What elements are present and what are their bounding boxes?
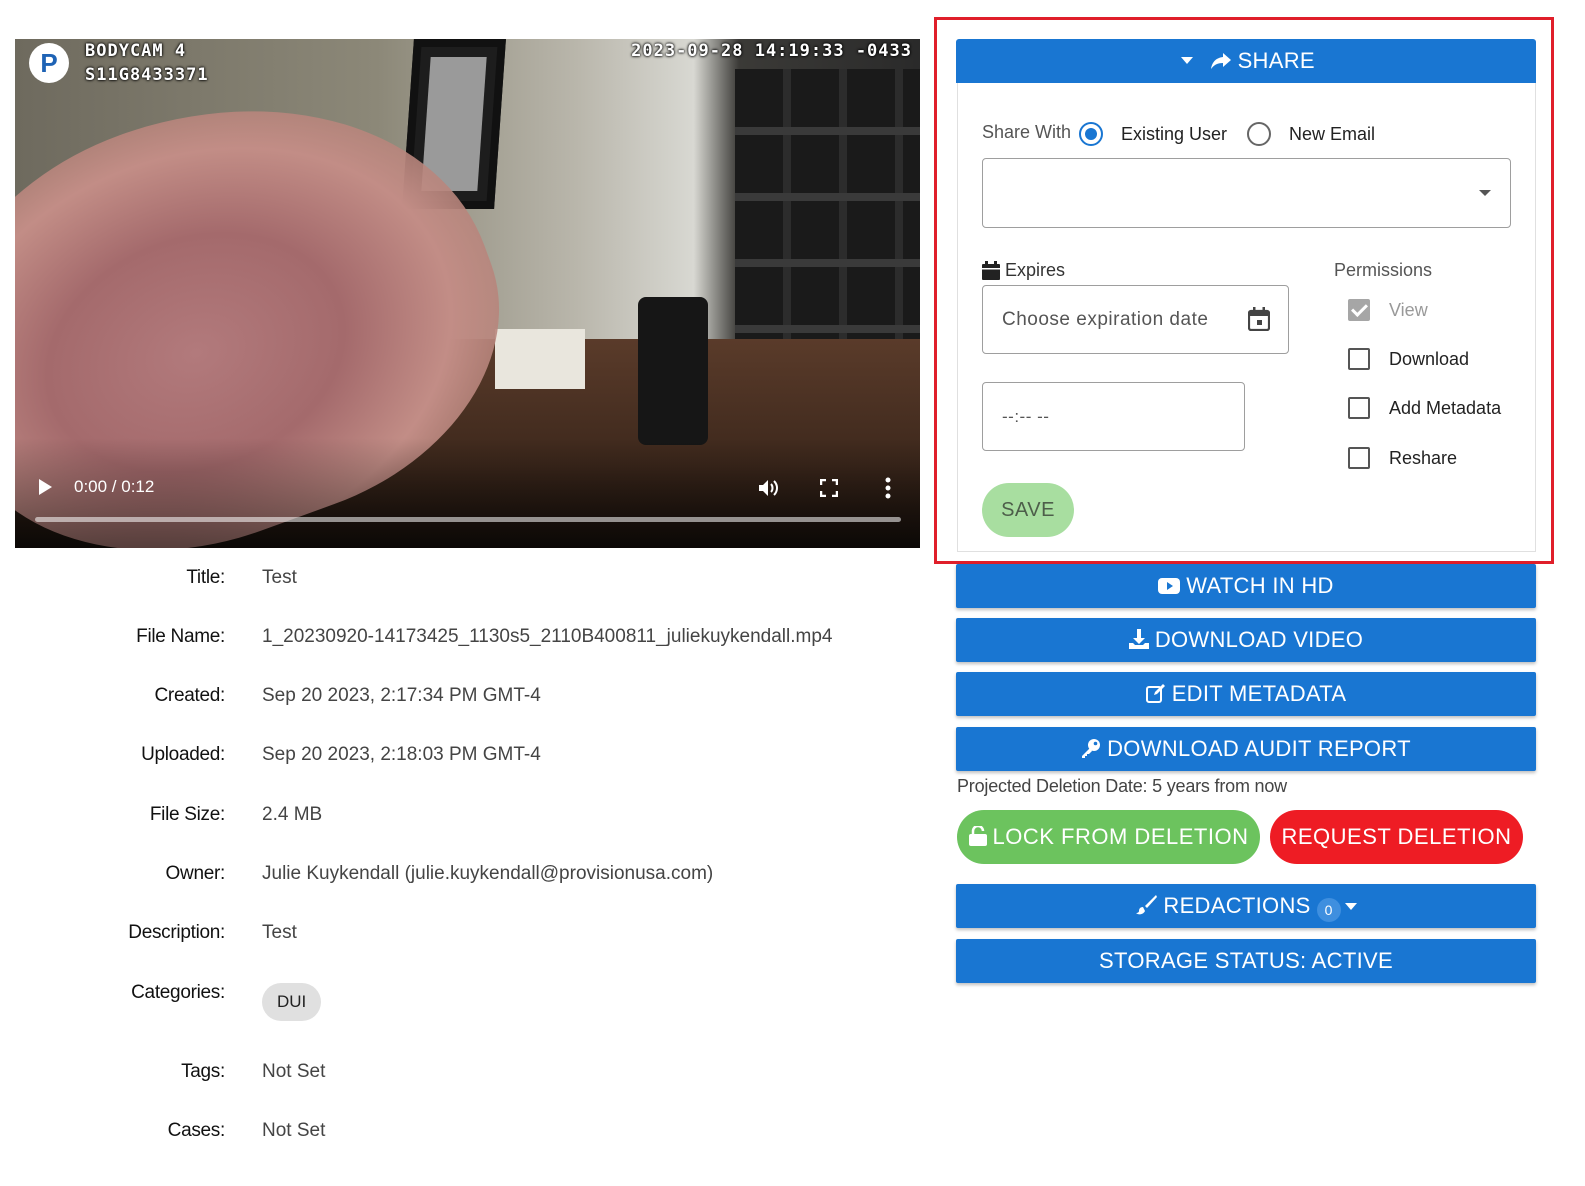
radio-new-email-label[interactable]: New Email xyxy=(1289,124,1375,145)
unlock-icon xyxy=(968,810,987,864)
meta-value-title: Test xyxy=(262,567,297,588)
meta-label: Created: xyxy=(154,685,226,706)
meta-label: Description: xyxy=(128,922,225,943)
storage-status-label: STORAGE STATUS: ACTIVE xyxy=(1099,948,1393,973)
fullscreen-icon[interactable] xyxy=(820,479,838,497)
permission-reshare-checkbox[interactable] xyxy=(1348,447,1370,469)
permission-view-checkbox xyxy=(1348,299,1370,321)
chevron-down-icon xyxy=(1479,190,1491,196)
meta-value-uploaded: Sep 20 2023, 2:18:03 PM GMT-4 xyxy=(262,744,541,765)
meta-value-file-name: 1_20230920-14173425_1130s5_2110B400811_j… xyxy=(262,626,833,647)
meta-label: Owner: xyxy=(165,863,226,884)
meta-value-created: Sep 20 2023, 2:17:34 PM GMT-4 xyxy=(262,685,541,706)
brush-icon xyxy=(1135,884,1158,928)
expiration-time-input[interactable] xyxy=(1002,383,1232,450)
permission-download-checkbox[interactable] xyxy=(1348,348,1370,370)
download-audit-report-label: DOWNLOAD AUDIT REPORT xyxy=(1107,736,1411,761)
redactions-button[interactable]: REDACTIONS 0 xyxy=(956,884,1536,928)
edit-metadata-label: EDIT METADATA xyxy=(1171,681,1347,706)
radio-existing-user-label[interactable]: Existing User xyxy=(1121,124,1227,145)
permission-add-metadata-checkbox[interactable] xyxy=(1348,397,1370,419)
overlay-device-serial: S11G8433371 xyxy=(85,65,209,85)
meta-label: Uploaded: xyxy=(141,744,225,765)
permission-download-label[interactable]: Download xyxy=(1389,349,1469,370)
download-video-button[interactable]: DOWNLOAD VIDEO xyxy=(956,618,1536,662)
edit-metadata-button[interactable]: EDIT METADATA xyxy=(956,672,1536,716)
video-time: 0:00 / 0:12 xyxy=(74,477,155,496)
redactions-count-badge: 0 xyxy=(1316,898,1341,922)
radio-new-email[interactable] xyxy=(1247,122,1271,146)
permission-add-metadata-label[interactable]: Add Metadata xyxy=(1389,398,1501,419)
permission-view-label: View xyxy=(1389,300,1428,320)
meta-value-description: Test xyxy=(262,922,297,943)
meta-value-cases: Not Set xyxy=(262,1120,326,1141)
projected-deletion-date: Projected Deletion Date: 5 years from no… xyxy=(957,776,1287,796)
download-audit-report-button[interactable]: DOWNLOAD AUDIT REPORT xyxy=(956,727,1536,771)
key-icon xyxy=(1081,727,1101,771)
radio-existing-user[interactable] xyxy=(1079,122,1103,146)
chevron-down-icon xyxy=(1181,57,1194,64)
lock-from-deletion-button[interactable]: LOCK FROM DELETION xyxy=(957,810,1260,864)
watch-hd-label: WATCH IN HD xyxy=(1186,573,1334,598)
share-with-label: Share With xyxy=(982,122,1072,142)
video-frame-bodycam xyxy=(638,297,708,445)
expiration-date-input[interactable] xyxy=(1002,286,1232,353)
lock-from-deletion-label: LOCK FROM DELETION xyxy=(992,824,1249,849)
overlay-device-name: BODYCAM 4 xyxy=(85,41,187,61)
download-video-label: DOWNLOAD VIDEO xyxy=(1154,627,1364,652)
expires-label: Expires xyxy=(1005,260,1066,280)
youtube-icon xyxy=(1158,564,1181,608)
meta-label: Tags: xyxy=(181,1061,225,1082)
meta-label: Cases: xyxy=(167,1120,226,1141)
meta-value-file-size: 2.4 MB xyxy=(262,804,323,825)
expiration-time-field[interactable] xyxy=(982,382,1245,451)
storage-status-button[interactable]: STORAGE STATUS: ACTIVE xyxy=(956,939,1536,983)
more-vert-icon[interactable] xyxy=(885,477,891,499)
volume-icon[interactable] xyxy=(759,479,781,497)
permission-reshare-label[interactable]: Reshare xyxy=(1389,448,1457,469)
share-toggle-button[interactable]: SHARE xyxy=(956,39,1536,83)
share-icon xyxy=(1210,39,1232,83)
play-icon[interactable] xyxy=(39,479,52,495)
meta-label: Title: xyxy=(186,567,225,588)
save-button[interactable]: SAVE xyxy=(982,483,1074,537)
calendar-icon xyxy=(982,261,1000,280)
redactions-label: REDACTIONS xyxy=(1163,893,1311,918)
watch-hd-button[interactable]: WATCH IN HD xyxy=(956,564,1536,608)
meta-label: File Name: xyxy=(136,626,225,647)
video-frame-box xyxy=(495,329,585,389)
overlay-logo: P xyxy=(29,43,69,83)
video-player[interactable]: P BODYCAM 4 S11G8433371 2023-09-28 14:19… xyxy=(15,39,920,548)
calendar-icon[interactable] xyxy=(1248,307,1270,331)
share-header-label: SHARE xyxy=(1237,48,1315,73)
overlay-timestamp: 2023-09-28 14:19:33 -0433 xyxy=(631,41,912,61)
meta-label: File Size: xyxy=(149,804,225,825)
request-deletion-button[interactable]: REQUEST DELETION xyxy=(1270,810,1523,864)
chevron-down-icon xyxy=(1344,903,1357,910)
meta-value-tags: Not Set xyxy=(262,1061,326,1082)
meta-label: Categories: xyxy=(131,982,225,1003)
meta-value-owner: Julie Kuykendall (julie.kuykendall@provi… xyxy=(262,863,714,884)
user-select[interactable] xyxy=(982,158,1511,228)
download-icon xyxy=(1128,618,1149,662)
edit-icon xyxy=(1145,672,1166,716)
video-progress-bar[interactable] xyxy=(35,517,901,522)
category-chip[interactable]: DUI xyxy=(262,983,322,1021)
expiration-date-field[interactable] xyxy=(982,285,1289,354)
permissions-label: Permissions xyxy=(1334,260,1433,280)
